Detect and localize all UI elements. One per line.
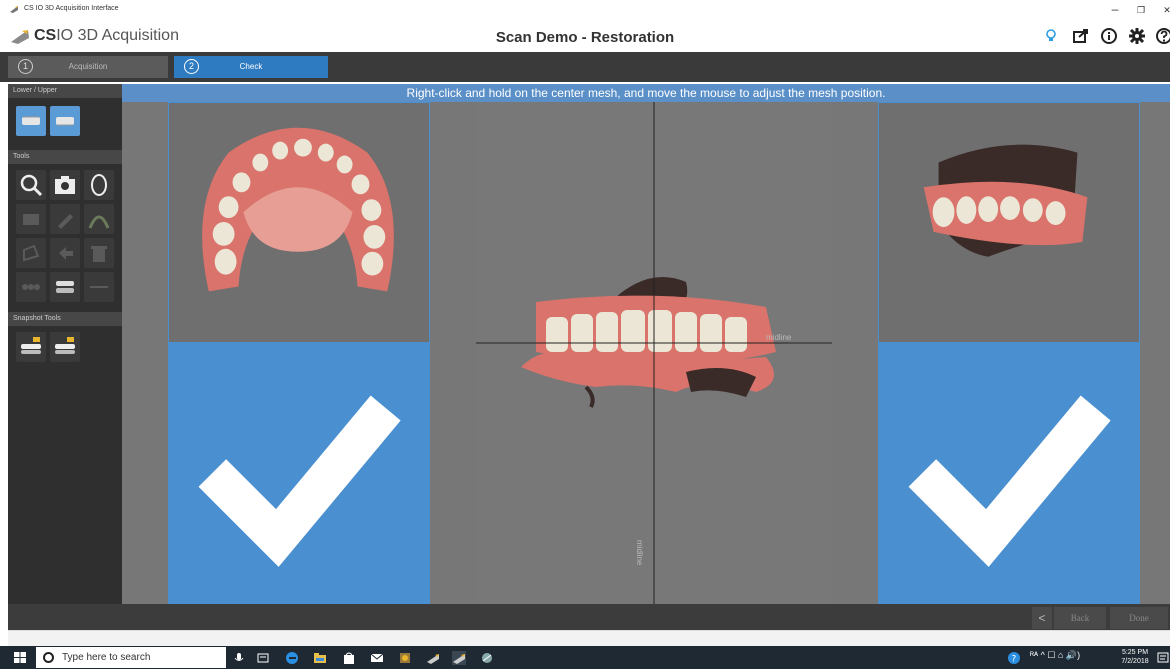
check-icon xyxy=(879,343,1139,603)
3d-viewport[interactable]: midline midline xyxy=(122,102,1170,604)
tools-panel: Lower / Upper Tools Snapshot Tools xyxy=(8,84,122,604)
windows-taskbar: Type here to search ? ᴿᴬ ^ ☐ ⌂ 🔊) 5:25 P… xyxy=(0,646,1170,669)
instruction-banner: Right-click and hold on the center mesh,… xyxy=(122,84,1170,102)
app-icon-2[interactable] xyxy=(480,651,494,665)
gear-icon[interactable] xyxy=(1128,27,1146,45)
snapshot-lower-button[interactable] xyxy=(50,332,80,362)
minimize-button[interactable]: – xyxy=(1106,2,1124,16)
right-side-mesh xyxy=(923,144,1088,257)
disabled-tool-8[interactable] xyxy=(84,272,114,302)
edge-browser-icon[interactable] xyxy=(285,651,299,665)
help-tray-icon[interactable]: ? xyxy=(1007,651,1021,665)
trash-icon xyxy=(91,246,107,262)
microphone-icon[interactable] xyxy=(232,651,246,665)
arch-icon xyxy=(91,174,107,196)
back-button[interactable]: Back xyxy=(1054,607,1106,629)
disabled-tool-4[interactable] xyxy=(16,238,46,268)
disabled-tool-2[interactable] xyxy=(50,204,80,234)
cs-tooth-icon-2[interactable] xyxy=(452,651,466,665)
arch-tool[interactable] xyxy=(84,170,114,200)
task-view-icon[interactable] xyxy=(256,651,270,665)
lower-jaw-button[interactable] xyxy=(16,106,46,136)
app-icon-1[interactable] xyxy=(398,651,412,665)
upper-jaw-icon xyxy=(56,117,74,126)
section-title-tools: Tools xyxy=(8,150,122,164)
page-title: Scan Demo - Restoration xyxy=(495,29,675,46)
help-icon[interactable] xyxy=(1155,27,1170,45)
app-header: CSIO 3D Acquisition Scan Demo - Restorat… xyxy=(0,22,1170,52)
bite-icon xyxy=(56,281,74,293)
step-label: Check xyxy=(239,62,263,71)
disabled-tool-1[interactable] xyxy=(16,204,46,234)
lightbulb-icon[interactable] xyxy=(1042,27,1060,45)
status-strip xyxy=(8,630,1170,646)
disabled-tool-7[interactable] xyxy=(16,272,46,302)
right-side-view[interactable] xyxy=(878,102,1140,343)
snapshot-lower-icon xyxy=(55,337,75,354)
midline-label: midline xyxy=(766,333,792,342)
magnifier-icon xyxy=(20,174,43,197)
lower-arch-view[interactable] xyxy=(168,342,430,604)
step-check[interactable]: 2 Check xyxy=(174,56,328,78)
svg-text:?: ? xyxy=(1012,655,1017,665)
windows-start-icon[interactable] xyxy=(14,652,26,663)
bite-tool[interactable] xyxy=(50,272,80,302)
upper-arch-view[interactable] xyxy=(168,102,430,343)
app-tooth-icon xyxy=(10,6,18,13)
system-tray-icons[interactable]: ᴿᴬ ^ ☐ ⌂ 🔊) xyxy=(1030,650,1080,661)
lower-jaw-icon xyxy=(22,116,40,125)
file-explorer-icon[interactable] xyxy=(313,651,327,665)
brush-icon xyxy=(58,214,73,229)
center-view[interactable]: midline midline xyxy=(476,102,832,604)
dots-icon xyxy=(90,286,108,288)
section-title-snapshot: Snapshot Tools xyxy=(8,312,122,326)
section-title-jaw: Lower / Upper xyxy=(8,84,122,98)
undo-icon xyxy=(59,247,73,260)
disabled-tool-3[interactable] xyxy=(84,204,114,234)
snapshot-upper-icon xyxy=(21,337,41,354)
zoom-tool[interactable] xyxy=(16,170,46,200)
notifications-icon[interactable] xyxy=(1156,651,1170,665)
cs-tooth-icon-1[interactable] xyxy=(426,651,440,665)
info-icon[interactable] xyxy=(1100,27,1118,45)
upper-arch-mesh xyxy=(202,127,394,292)
steps-bar: 1 Acquisition 2 Check xyxy=(0,52,1170,82)
bottom-nav-bar: < Back Done xyxy=(8,604,1170,630)
teeth-icon xyxy=(22,284,40,290)
close-button[interactable]: ✕ xyxy=(1158,5,1170,16)
export-icon[interactable] xyxy=(1072,27,1090,45)
app-root: CS IO 3D Acquisition Interface – ❐ ✕ CSI… xyxy=(0,0,1170,669)
snapshot-tool[interactable] xyxy=(50,170,80,200)
disabled-tool-5[interactable] xyxy=(50,238,80,268)
check-icon xyxy=(169,343,429,603)
disabled-tool-6[interactable] xyxy=(84,238,114,268)
search-placeholder: Type here to search xyxy=(62,652,151,663)
left-side-view[interactable] xyxy=(878,342,1140,604)
store-icon[interactable] xyxy=(342,651,356,665)
window-title-bar: CS IO 3D Acquisition Interface – ❐ ✕ xyxy=(0,0,1170,22)
center-bite-mesh xyxy=(476,102,832,604)
mail-icon[interactable] xyxy=(370,651,384,665)
edit-icon xyxy=(23,244,40,262)
camera-icon xyxy=(55,176,75,194)
done-button[interactable]: Done xyxy=(1110,607,1168,629)
window-title: CS IO 3D Acquisition Interface xyxy=(24,5,119,12)
upper-jaw-button[interactable] xyxy=(50,106,80,136)
frame-icon xyxy=(23,214,39,225)
snapshot-upper-button[interactable] xyxy=(16,332,46,362)
midline-label: midline xyxy=(635,540,644,566)
back-arrow-button[interactable]: < xyxy=(1032,607,1052,629)
step-acquisition[interactable]: 1 Acquisition xyxy=(8,56,168,78)
taskbar-search-input[interactable]: Type here to search xyxy=(36,647,226,668)
restore-button[interactable]: ❐ xyxy=(1132,5,1150,16)
color-arch-icon xyxy=(88,215,110,229)
cortana-icon xyxy=(43,652,54,663)
step-label: Acquisition xyxy=(68,62,108,71)
taskbar-clock[interactable]: 5:25 PM 7/2/2018 xyxy=(1118,648,1152,666)
